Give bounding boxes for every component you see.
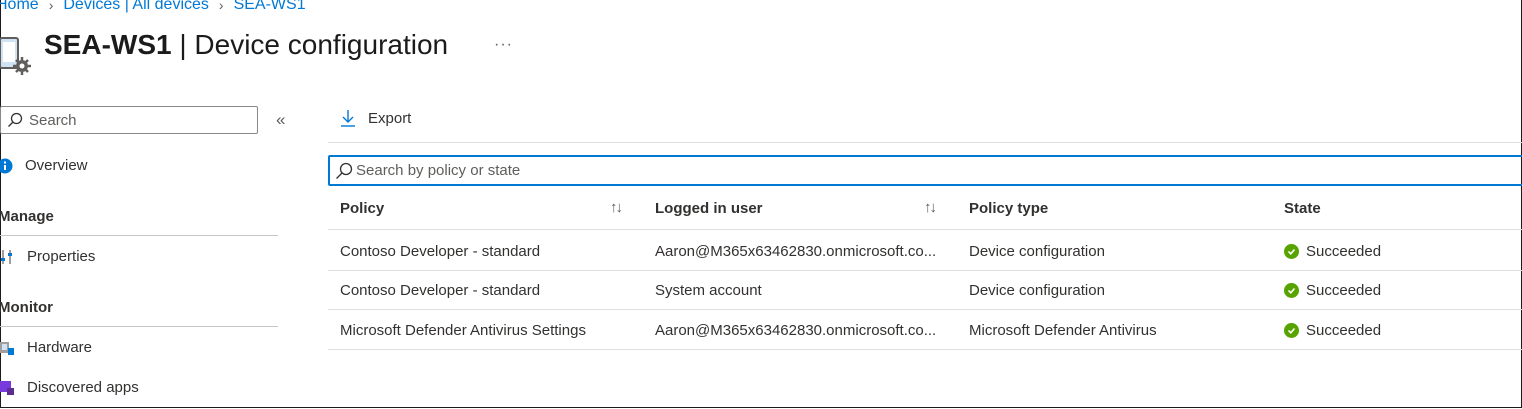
cell-policy-type: Device configuration	[969, 243, 1105, 260]
more-options-button[interactable]: ···	[494, 36, 513, 54]
cell-policy-type: Device configuration	[969, 282, 1105, 299]
divider	[0, 326, 278, 327]
search-icon	[8, 112, 23, 127]
cell-policy: Contoso Developer - standard	[340, 282, 541, 299]
breadcrumb-all-devices[interactable]: Devices | All devices	[63, 0, 209, 14]
nav-item-discovered-apps[interactable]: Discovered apps	[0, 379, 139, 396]
column-header-state: State	[1284, 200, 1321, 217]
state-label: Succeeded	[1306, 282, 1382, 299]
divider	[0, 235, 278, 236]
nav-item-label: Hardware	[27, 339, 93, 356]
nav-item-label: Properties	[27, 248, 96, 265]
cell-policy: Contoso Developer - standard	[340, 243, 541, 260]
properties-icon	[1, 249, 12, 264]
policy-search-input[interactable]: Search by policy or state	[328, 155, 1522, 186]
cell-user: Aaron@M365x63462830.onmicrosoft.co...	[655, 322, 937, 339]
chevron-right-icon: ›	[48, 0, 54, 13]
success-check-icon	[1284, 244, 1299, 259]
sort-icon[interactable]: ↑↓	[610, 199, 623, 216]
breadcrumb: Home › Devices | All devices › SEA-WS1	[0, 0, 306, 14]
divider	[328, 229, 1522, 230]
column-header-logged-in-user[interactable]: Logged in user	[655, 200, 763, 217]
divider	[328, 270, 1522, 271]
state-label: Succeeded	[1306, 322, 1382, 339]
device-settings-icon	[0, 37, 31, 75]
nav-section-monitor: Monitor	[0, 299, 53, 316]
cell-state: Succeeded	[1284, 322, 1381, 339]
nav-section-manage: Manage	[0, 208, 54, 225]
divider	[328, 349, 1522, 350]
export-label: Export	[368, 109, 412, 127]
nav-item-hardware[interactable]: Hardware	[0, 339, 92, 356]
apps-icon	[0, 380, 14, 395]
cell-policy-type: Microsoft Defender Antivirus	[969, 322, 1157, 339]
nav-item-overview[interactable]: Overview	[0, 157, 88, 174]
divider	[328, 309, 1522, 310]
collapse-nav-button[interactable]: «	[276, 110, 285, 130]
nav-item-label: Overview	[25, 157, 88, 174]
success-check-icon	[1284, 283, 1299, 298]
sort-icon[interactable]: ↑↓	[924, 199, 937, 216]
nav-item-properties[interactable]: Properties	[0, 248, 95, 265]
cell-state: Succeeded	[1284, 282, 1381, 299]
download-icon	[341, 110, 355, 127]
nav-search-input[interactable]: Search	[0, 106, 258, 134]
info-icon	[0, 158, 13, 173]
state-label: Succeeded	[1306, 243, 1382, 260]
page-title-section: Device configuration	[194, 29, 449, 60]
search-icon	[336, 162, 353, 179]
page-title-device: SEA-WS1	[44, 29, 172, 60]
chevron-right-icon: ›	[218, 0, 224, 13]
divider	[328, 142, 1522, 143]
page-title: SEA-WS1 | Device configuration	[44, 29, 448, 61]
column-header-policy-type: Policy type	[969, 200, 1049, 217]
success-check-icon	[1284, 323, 1299, 338]
nav-item-label: Discovered apps	[27, 379, 139, 396]
cell-user: Aaron@M365x63462830.onmicrosoft.co...	[655, 243, 937, 260]
breadcrumb-home[interactable]: Home	[0, 0, 39, 14]
breadcrumb-device[interactable]: SEA-WS1	[234, 0, 306, 14]
cell-state: Succeeded	[1284, 243, 1381, 260]
nav-search-placeholder: Search	[29, 111, 77, 129]
cell-user: System account	[655, 282, 762, 299]
hardware-icon	[0, 341, 14, 355]
policy-search-placeholder: Search by policy or state	[356, 162, 521, 179]
page-title-separator: |	[171, 29, 195, 60]
column-header-policy[interactable]: Policy	[340, 200, 384, 217]
export-button[interactable]: Export	[340, 109, 411, 127]
cell-policy: Microsoft Defender Antivirus Settings	[340, 322, 586, 339]
